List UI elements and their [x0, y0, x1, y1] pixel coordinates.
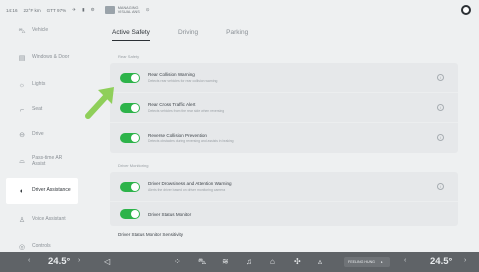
- album-art-icon: [104, 6, 115, 14]
- sidebar-item-drive[interactable]: ⊖ Drive: [0, 124, 90, 146]
- music-icon[interactable]: ♫: [246, 257, 252, 266]
- setting-desc: Detects obstacles during reversing and a…: [148, 139, 234, 144]
- wifi-icon: ✈: [72, 7, 77, 12]
- sidebar-item-label: Controls: [32, 243, 51, 250]
- sidebar-item-label: Windows & Door: [32, 54, 70, 61]
- tab-parking[interactable]: Parking: [226, 20, 248, 44]
- info-icon[interactable]: i: [437, 134, 444, 141]
- avatar[interactable]: [461, 5, 471, 15]
- apps-icon[interactable]: ⁘: [174, 257, 181, 266]
- assist-icon: ◐: [19, 187, 25, 195]
- setting-title: Rear Collision Warning: [148, 72, 195, 78]
- tab-active-safety[interactable]: Active Safety: [112, 20, 150, 44]
- tab-bar: Active Safety Driving Parking: [104, 20, 464, 44]
- climate-icon[interactable]: ≋: [222, 257, 229, 266]
- setting-title: Reverse Collision Prevention: [148, 132, 207, 138]
- status-temp-info: 22°F km: [23, 7, 41, 13]
- cloud-icon: ⊙: [145, 7, 150, 12]
- home-icon[interactable]: ⌂: [270, 257, 275, 266]
- light-icon: ☼: [18, 81, 26, 89]
- main-panel: Active Safety Driving Parking Rear Safet…: [104, 20, 464, 252]
- driver-monitoring-card: Driver Drowsiness and Attention Warning …: [110, 172, 458, 226]
- annotation-arrow-icon: [85, 87, 114, 119]
- sidebar-item-label: Driver Assistance: [32, 187, 71, 194]
- sidebar-item-label: Drive: [32, 131, 44, 138]
- sidebar-item-lights[interactable]: ☼ Lights: [0, 74, 90, 96]
- chevron-left-icon[interactable]: ‹: [404, 257, 406, 264]
- sidebar-item-label: Vehicle: [32, 27, 49, 34]
- sidebar-item-seat[interactable]: ⌐ Seat: [0, 99, 90, 121]
- sidebar-item-windows-door[interactable]: ▤ Windows & Door: [0, 45, 90, 71]
- temp-left[interactable]: 24.5°: [48, 256, 70, 267]
- media-pill[interactable]: FEELING HUNG ▸: [344, 257, 390, 267]
- setting-desc: Detects rear vehicles for rear collision…: [148, 78, 218, 83]
- sidebar-item-driver-assistance[interactable]: ◐ Driver Assistance: [6, 178, 78, 204]
- controls-icon: ◎: [18, 244, 26, 251]
- setting-title: Driver Status Monitor: [148, 211, 192, 217]
- status-bar: 14:16 22°F km GTT 97% ✈ ▮ ⚙ MANAGING VIS…: [0, 0, 479, 20]
- info-icon[interactable]: i: [437, 104, 444, 111]
- sidebar-item-vehicle[interactable]: ⛍ Vehicle: [0, 20, 90, 42]
- setting-row: Driver Drowsiness and Attention Warning …: [110, 172, 458, 202]
- volume-icon[interactable]: ◁: [104, 257, 110, 266]
- status-media[interactable]: MANAGING VISUAL ANS: [104, 6, 140, 14]
- setting-row: Rear Cross Traffic Alert Detects vehicle…: [110, 93, 458, 123]
- tab-driving[interactable]: Driving: [178, 20, 198, 44]
- setting-title: Driver Drowsiness and Attention Warning: [148, 181, 232, 187]
- section-title-driver-monitoring: Driver Monitoring: [118, 163, 149, 168]
- sidebar-item-label: Voice Assistant: [32, 216, 66, 223]
- driver-status-monitor-toggle[interactable]: [120, 209, 140, 219]
- play-icon[interactable]: ▸: [381, 260, 383, 264]
- status-distance: GTT 97%: [46, 7, 67, 13]
- sidebar-item-voice-assistant[interactable]: ♙ Voice Assistant: [0, 207, 90, 233]
- car-icon[interactable]: ⛍: [198, 257, 206, 267]
- rear-collision-warning-toggle[interactable]: [120, 72, 140, 83]
- status-time: 14:16: [6, 7, 18, 13]
- voice-icon: ♙: [18, 217, 26, 224]
- ar-icon: ⌓: [19, 158, 25, 165]
- media-sub: VISUAL ANS: [117, 10, 140, 14]
- sidebar-item-label: Lights: [32, 81, 46, 88]
- setting-row: Reverse Collision Prevention Detects obs…: [110, 123, 458, 153]
- sidebar-item-label: Seat: [32, 106, 43, 113]
- reverse-collision-prevention-toggle[interactable]: [120, 133, 140, 143]
- chevron-left-icon[interactable]: ‹: [28, 257, 30, 264]
- chevron-right-icon[interactable]: ›: [78, 257, 80, 264]
- rear-cross-traffic-alert-toggle[interactable]: [120, 102, 140, 113]
- chevron-right-icon[interactable]: ›: [464, 257, 466, 264]
- media-pill-label: FEELING HUNG: [348, 260, 375, 264]
- info-icon[interactable]: i: [437, 74, 444, 81]
- sensitivity-title: Driver Status Monitor Sensitivity: [118, 232, 184, 237]
- setting-row: Rear Collision Warning Detects rear vehi…: [110, 63, 458, 93]
- signal-icon: ▮: [82, 7, 85, 12]
- bottom-bar: ‹ 24.5° › ◁ ⁘ ⛍ ≋ ♫ ⌂ ✣ ▵ FEELING HUNG ▸…: [0, 252, 479, 272]
- temp-right[interactable]: 24.5°: [430, 256, 452, 267]
- rear-safety-card: Rear Collision Warning Detects rear vehi…: [110, 63, 458, 153]
- setting-desc: Detects vehicles from the rear side when…: [148, 108, 225, 113]
- setting-desc: Alerts the driver based on driver monito…: [148, 187, 226, 192]
- car-icon: ⛍: [18, 27, 26, 35]
- driver-drowsiness-toggle[interactable]: [120, 181, 140, 192]
- fan-icon[interactable]: ✣: [294, 257, 301, 266]
- info-icon[interactable]: i: [437, 183, 444, 190]
- setting-title: Rear Cross Traffic Alert: [148, 102, 196, 108]
- sidebar: ⛍ Vehicle ▤ Windows & Door ☼ Lights ⌐ Se…: [0, 20, 90, 252]
- section-title-rear-safety: Rear Safety: [118, 54, 140, 59]
- setting-row: Driver Status Monitor: [110, 202, 458, 226]
- sidebar-item-ar-assist[interactable]: ⌓ Pass-time AR Assist: [0, 149, 90, 175]
- navigation-icon[interactable]: ▵: [318, 257, 322, 266]
- bluetooth-icon: ⚙: [90, 7, 95, 12]
- sidebar-item-label: Pass-time AR Assist: [32, 155, 63, 167]
- seat-icon: ⌐: [19, 106, 25, 114]
- steering-icon: ⊖: [19, 132, 25, 139]
- window-icon: ▤: [18, 55, 26, 62]
